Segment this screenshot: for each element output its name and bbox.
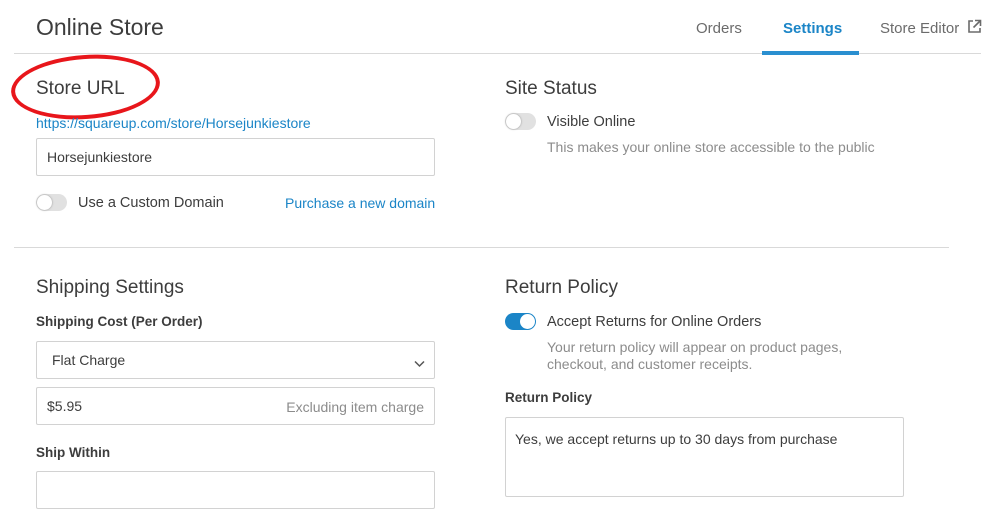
toggle-knob: [520, 314, 535, 329]
active-tab-indicator: [762, 51, 859, 55]
tab-orders[interactable]: Orders: [696, 20, 742, 37]
page-title: Online Store: [36, 14, 164, 40]
store-slug-value: Horsejunkiestore: [47, 149, 153, 165]
site-status-title: Site Status: [505, 78, 597, 99]
ship-within-label: Ship Within: [36, 445, 111, 460]
shipping-cost-label: Shipping Cost (Per Order): [36, 314, 203, 329]
custom-domain-toggle[interactable]: [36, 194, 67, 211]
shipping-amount-input[interactable]: $5.95 Excluding item charge: [36, 387, 435, 425]
return-policy-help-line1: Your return policy will appear on produc…: [547, 339, 843, 355]
toggle-knob: [506, 114, 521, 129]
custom-domain-label: Use a Custom Domain: [78, 195, 224, 211]
ship-within-select[interactable]: [36, 471, 435, 509]
return-policy-help-line2: checkout, and customer receipts.: [547, 356, 753, 372]
return-policy-title: Return Policy: [505, 277, 618, 298]
external-link-icon: [967, 19, 982, 39]
accept-returns-label: Accept Returns for Online Orders: [547, 314, 762, 330]
visible-online-label: Visible Online: [547, 114, 636, 130]
accept-returns-toggle[interactable]: [505, 313, 536, 330]
store-url-link[interactable]: https://squareup.com/store/Horsejunkiest…: [36, 115, 311, 131]
return-policy-textarea[interactable]: Yes, we accept returns up to 30 days fro…: [505, 417, 904, 497]
visible-online-help: This makes your online store accessible …: [547, 139, 875, 155]
shipping-amount-hint: Excluding item charge: [286, 399, 424, 415]
tab-store-editor-label: Store Editor: [880, 20, 960, 37]
store-slug-input[interactable]: Horsejunkiestore: [36, 138, 435, 176]
purchase-domain-link[interactable]: Purchase a new domain: [285, 195, 435, 211]
shipping-cost-select[interactable]: Flat Charge: [36, 341, 435, 379]
shipping-cost-value: Flat Charge: [52, 352, 126, 368]
visible-online-toggle[interactable]: [505, 113, 536, 130]
return-policy-field-label: Return Policy: [505, 390, 593, 405]
annotation-circle: [8, 49, 163, 125]
tab-store-editor[interactable]: Store Editor: [880, 19, 982, 39]
shipping-settings-title: Shipping Settings: [36, 277, 184, 298]
shipping-amount-value: $5.95: [47, 398, 83, 414]
toggle-knob: [37, 195, 52, 210]
chevron-down-icon: [414, 355, 425, 371]
return-policy-text: Yes, we accept returns up to 30 days fro…: [515, 431, 838, 447]
section-divider: [14, 247, 949, 248]
tab-settings[interactable]: Settings: [783, 20, 842, 37]
